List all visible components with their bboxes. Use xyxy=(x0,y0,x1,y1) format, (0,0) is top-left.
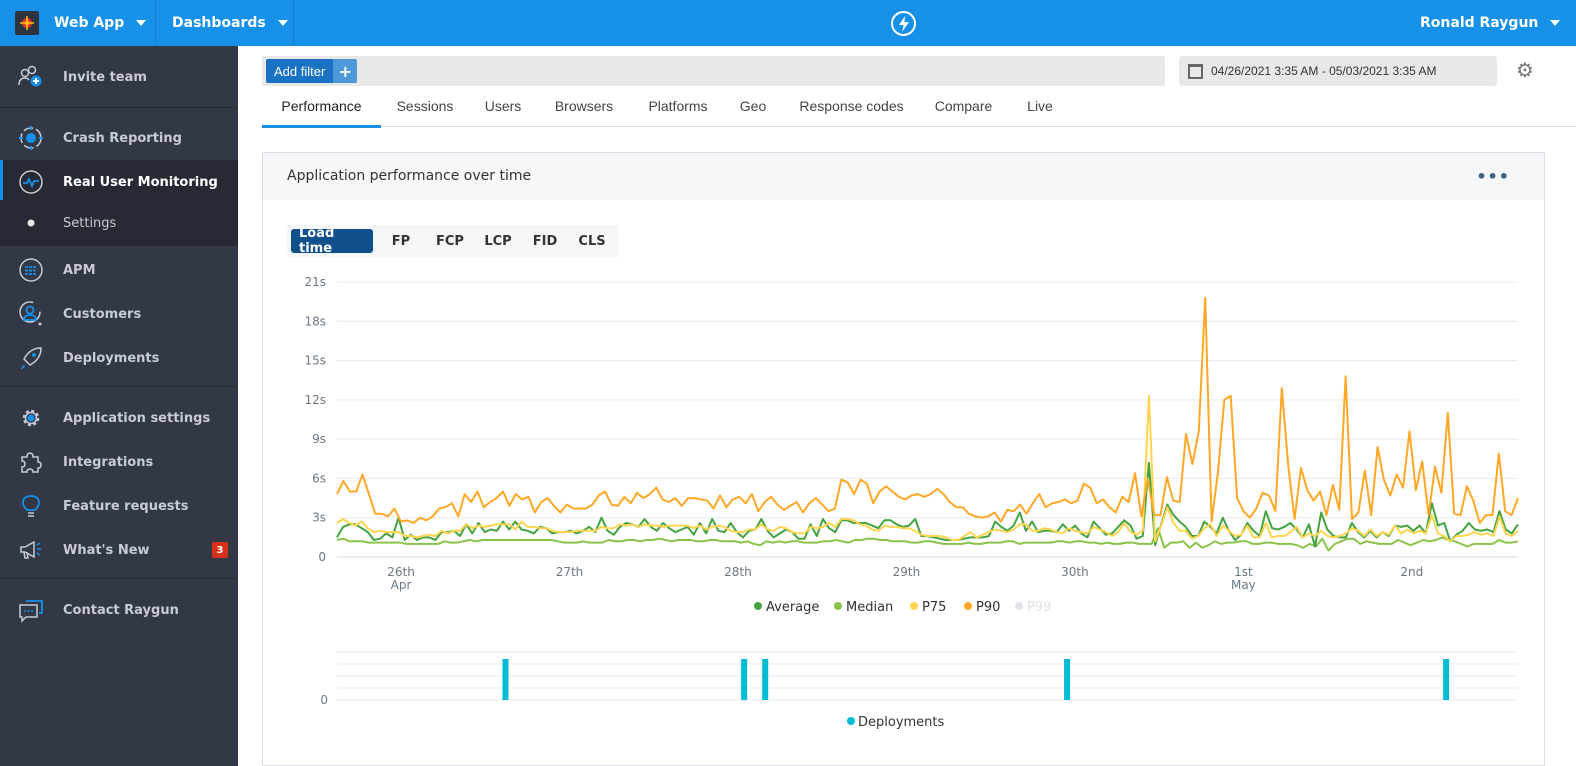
legend-item-p75[interactable]: P75 xyxy=(910,600,946,615)
legend-label: P90 xyxy=(976,600,1000,615)
chart-series-lines xyxy=(336,296,1519,552)
x-tick-sublabel: May xyxy=(1231,578,1256,592)
deployments-chart: 0 Deployments xyxy=(320,651,1518,730)
legend-marker xyxy=(964,602,972,610)
performance-chart: 0 3s 6s 9s 12s 15s 18s 21s 26thApr 27th 28th 29th 3… xyxy=(304,275,1519,730)
deployment-bar xyxy=(502,659,509,700)
deploy-y-tick-label: 0 xyxy=(320,693,328,707)
series-line-p90 xyxy=(336,296,1519,524)
x-tick-label: 30th xyxy=(1061,565,1089,579)
y-tick-label: 15s xyxy=(304,354,326,368)
x-tick-label: 28th xyxy=(724,565,752,579)
legend-item-p99[interactable]: P99 xyxy=(1015,600,1051,615)
deployment-bar xyxy=(1064,659,1071,700)
legend-label: Median xyxy=(846,600,893,615)
legend-item-average[interactable]: Average xyxy=(754,600,819,615)
legend-label: Deployments xyxy=(858,715,945,730)
y-tick-label: 18s xyxy=(304,314,326,328)
legend-item-deployments[interactable]: Deployments xyxy=(847,715,945,730)
y-tick-label: 6s xyxy=(312,471,326,485)
x-tick-label: 1st xyxy=(1234,565,1253,579)
legend-marker xyxy=(834,602,842,610)
x-tick-label: 26th xyxy=(387,565,415,579)
legend-label: P75 xyxy=(922,600,946,615)
y-tick-label: 12s xyxy=(304,393,326,407)
x-axis-ticks: 26thApr 27th 28th 29th 30th 1stMay 2nd xyxy=(387,565,1423,592)
x-tick-label: 2nd xyxy=(1400,565,1423,579)
deployment-bar xyxy=(762,659,769,700)
legend-label: P99 xyxy=(1027,600,1051,615)
y-tick-label: 9s xyxy=(312,432,326,446)
x-tick-label: 27th xyxy=(556,565,584,579)
legend-label: Average xyxy=(766,600,819,615)
y-tick-label: 0 xyxy=(318,550,326,564)
legend-marker xyxy=(910,602,918,610)
legend-marker xyxy=(1015,602,1023,610)
x-tick-sublabel: Apr xyxy=(391,578,412,592)
y-tick-label: 3s xyxy=(312,511,326,525)
series-line-median xyxy=(336,527,1519,552)
legend-item-median[interactable]: Median xyxy=(834,600,893,615)
legend-item-p90[interactable]: P90 xyxy=(964,600,1000,615)
legend-marker xyxy=(847,717,855,725)
chart-gridlines xyxy=(337,281,1518,558)
deployment-bar xyxy=(741,659,748,700)
y-axis-ticks: 0 3s 6s 9s 12s 15s 18s 21s xyxy=(304,275,326,564)
y-tick-label: 21s xyxy=(304,275,326,289)
x-tick-label: 29th xyxy=(893,565,921,579)
legend-marker xyxy=(754,602,762,610)
deployment-bar xyxy=(1443,659,1450,700)
chart-legend: Average Median P75 P90 P99 xyxy=(754,600,1051,615)
